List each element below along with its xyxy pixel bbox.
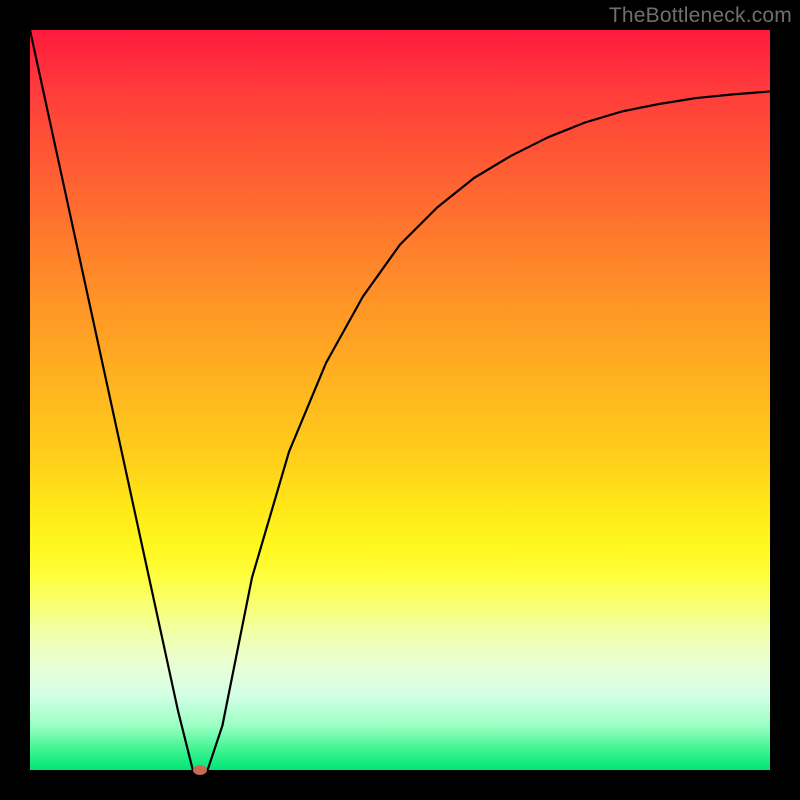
bottleneck-curve xyxy=(30,30,770,770)
watermark-text: TheBottleneck.com xyxy=(609,4,792,28)
chart-frame: TheBottleneck.com xyxy=(0,0,800,800)
plot-area xyxy=(30,30,770,770)
optimum-marker xyxy=(193,765,207,775)
